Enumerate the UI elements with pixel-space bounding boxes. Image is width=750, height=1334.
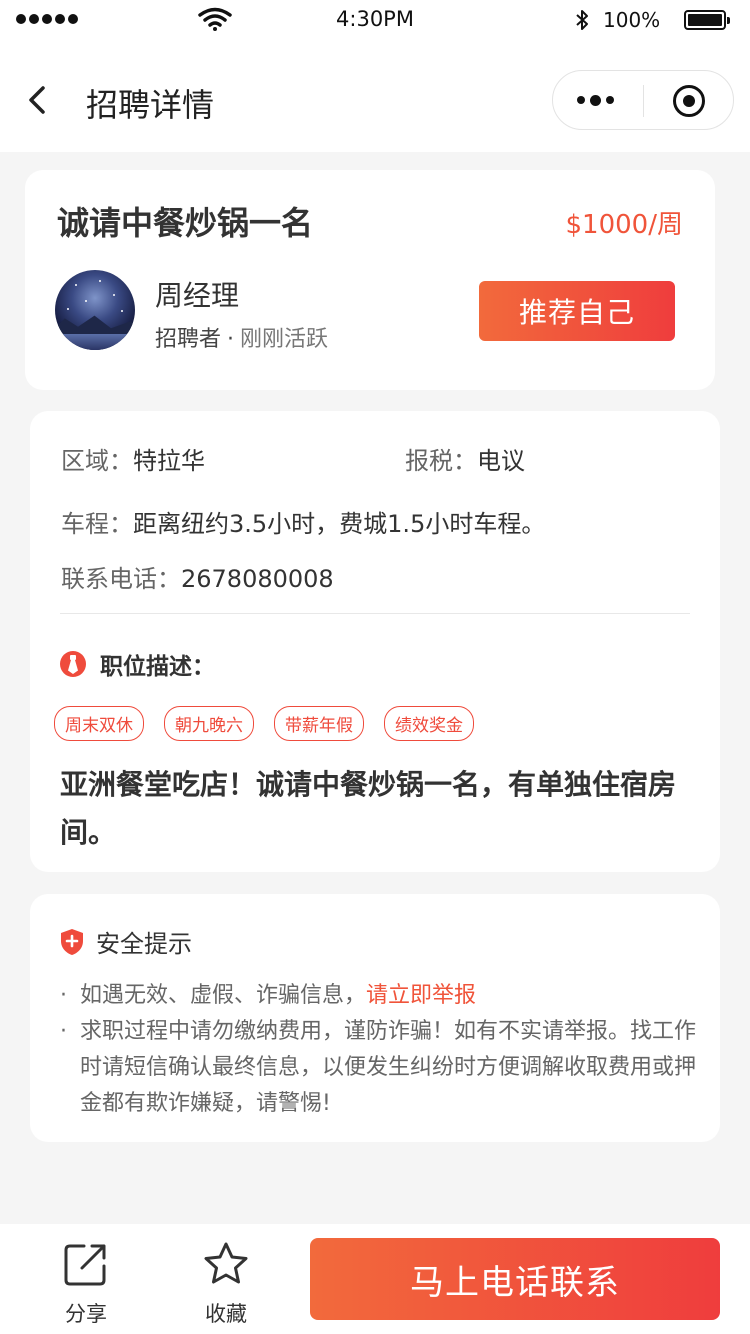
area-row: 区域：特拉华	[61, 441, 205, 476]
recommend-self-button[interactable]: 推荐自己	[479, 281, 675, 341]
tag: 朝九晚六	[164, 706, 254, 741]
mini-program-capsule	[552, 70, 734, 130]
separator-dot: ·	[227, 327, 235, 352]
recruiter-role: 招聘者	[155, 327, 222, 352]
favorite-label: 收藏	[205, 1302, 247, 1326]
battery-percent: 100%	[603, 8, 661, 32]
tax-row: 报税：电议	[405, 441, 525, 476]
bluetooth-icon	[576, 10, 588, 30]
star-icon	[204, 1242, 248, 1284]
capsule-divider	[643, 85, 644, 117]
tag: 带薪年假	[274, 706, 364, 741]
recruiter-name: 周经理	[155, 279, 240, 312]
recruiter-meta: 招聘者 · 刚刚活跃	[155, 321, 328, 353]
share-icon	[64, 1244, 106, 1286]
phone-value[interactable]: 2678080008	[181, 565, 334, 593]
call-now-button[interactable]: 马上电话联系	[310, 1238, 720, 1320]
area-value: 特拉华	[133, 447, 205, 475]
shield-icon	[61, 928, 83, 955]
tie-icon	[60, 651, 86, 677]
share-button[interactable]: 分享	[46, 1240, 126, 1328]
safety-line-text: 求职过程中请勿缴纳费用，谨防诈骗！如有不实请举报。找工作时请短信确认最终信息，以…	[80, 1019, 697, 1116]
recruiter-status: 刚刚活跃	[240, 327, 329, 352]
share-label: 分享	[65, 1302, 107, 1326]
tag: 绩效奖金	[384, 706, 474, 741]
safety-heading: 安全提示	[60, 924, 192, 959]
salary: $1000/周	[565, 210, 683, 240]
nav-bar: 招聘详情	[0, 40, 750, 152]
tax-label: 报税：	[405, 447, 477, 475]
bullet: ·	[60, 1019, 67, 1044]
job-summary-card: 诚请中餐炒锅一名 $1000/周 周经理 招聘者 · 刚刚活跃 推荐自己	[25, 170, 715, 390]
avatar	[55, 270, 135, 350]
job-info-card: 区域：特拉华 报税：电议 车程：距离纽约3.5小时，费城1.5小时车程。 联系电…	[30, 411, 720, 872]
favorite-button[interactable]: 收藏	[186, 1240, 266, 1328]
phone-label: 联系电话：	[61, 565, 181, 593]
tax-value: 电议	[477, 447, 525, 475]
area-label: 区域：	[61, 447, 133, 475]
description-heading-text: 职位描述：	[100, 654, 215, 680]
safety-line: · 求职过程中请勿缴纳费用，谨防诈骗！如有不实请举报。找工作时请短信确认最终信息…	[60, 1014, 710, 1122]
safety-line: · 如遇无效、虚假、诈骗信息，请立即举报	[60, 978, 710, 1014]
tag: 周末双休	[54, 706, 144, 741]
safety-tips-card: 安全提示 · 如遇无效、虚假、诈骗信息，请立即举报 · 求职过程中请勿缴纳费用，…	[30, 894, 720, 1142]
divider	[60, 613, 690, 614]
more-icon[interactable]	[577, 93, 621, 107]
phone-row: 联系电话：2678080008	[61, 559, 334, 594]
tag-list: 周末双休 朝九晚六 带薪年假 绩效奖金	[54, 706, 474, 741]
report-link[interactable]: 请立即举报	[366, 983, 476, 1008]
safety-heading-text: 安全提示	[96, 930, 192, 958]
page-title: 招聘详情	[86, 86, 215, 124]
description-text: 亚洲餐堂吃店！诚请中餐炒锅一名，有单独住宿房间。	[60, 768, 677, 849]
travel-value: 距离纽约3.5小时，费城1.5小时车程。	[133, 510, 546, 538]
travel-row: 车程：距离纽约3.5小时，费城1.5小时车程。	[61, 504, 545, 539]
safety-list: · 如遇无效、虚假、诈骗信息，请立即举报 · 求职过程中请勿缴纳费用，谨防诈骗！…	[60, 978, 710, 1122]
job-title: 诚请中餐炒锅一名	[57, 204, 314, 242]
safety-line-text: 如遇无效、虚假、诈骗信息，	[80, 983, 367, 1008]
target-icon[interactable]	[673, 85, 705, 117]
battery-icon	[684, 10, 730, 30]
description-heading: 职位描述：	[60, 647, 215, 681]
back-icon[interactable]	[22, 82, 52, 118]
bullet: ·	[60, 983, 67, 1008]
bottom-bar: 分享 收藏 马上电话联系	[0, 1224, 750, 1334]
status-bar: 4:30PM 100%	[0, 0, 750, 40]
travel-label: 车程：	[61, 510, 133, 538]
